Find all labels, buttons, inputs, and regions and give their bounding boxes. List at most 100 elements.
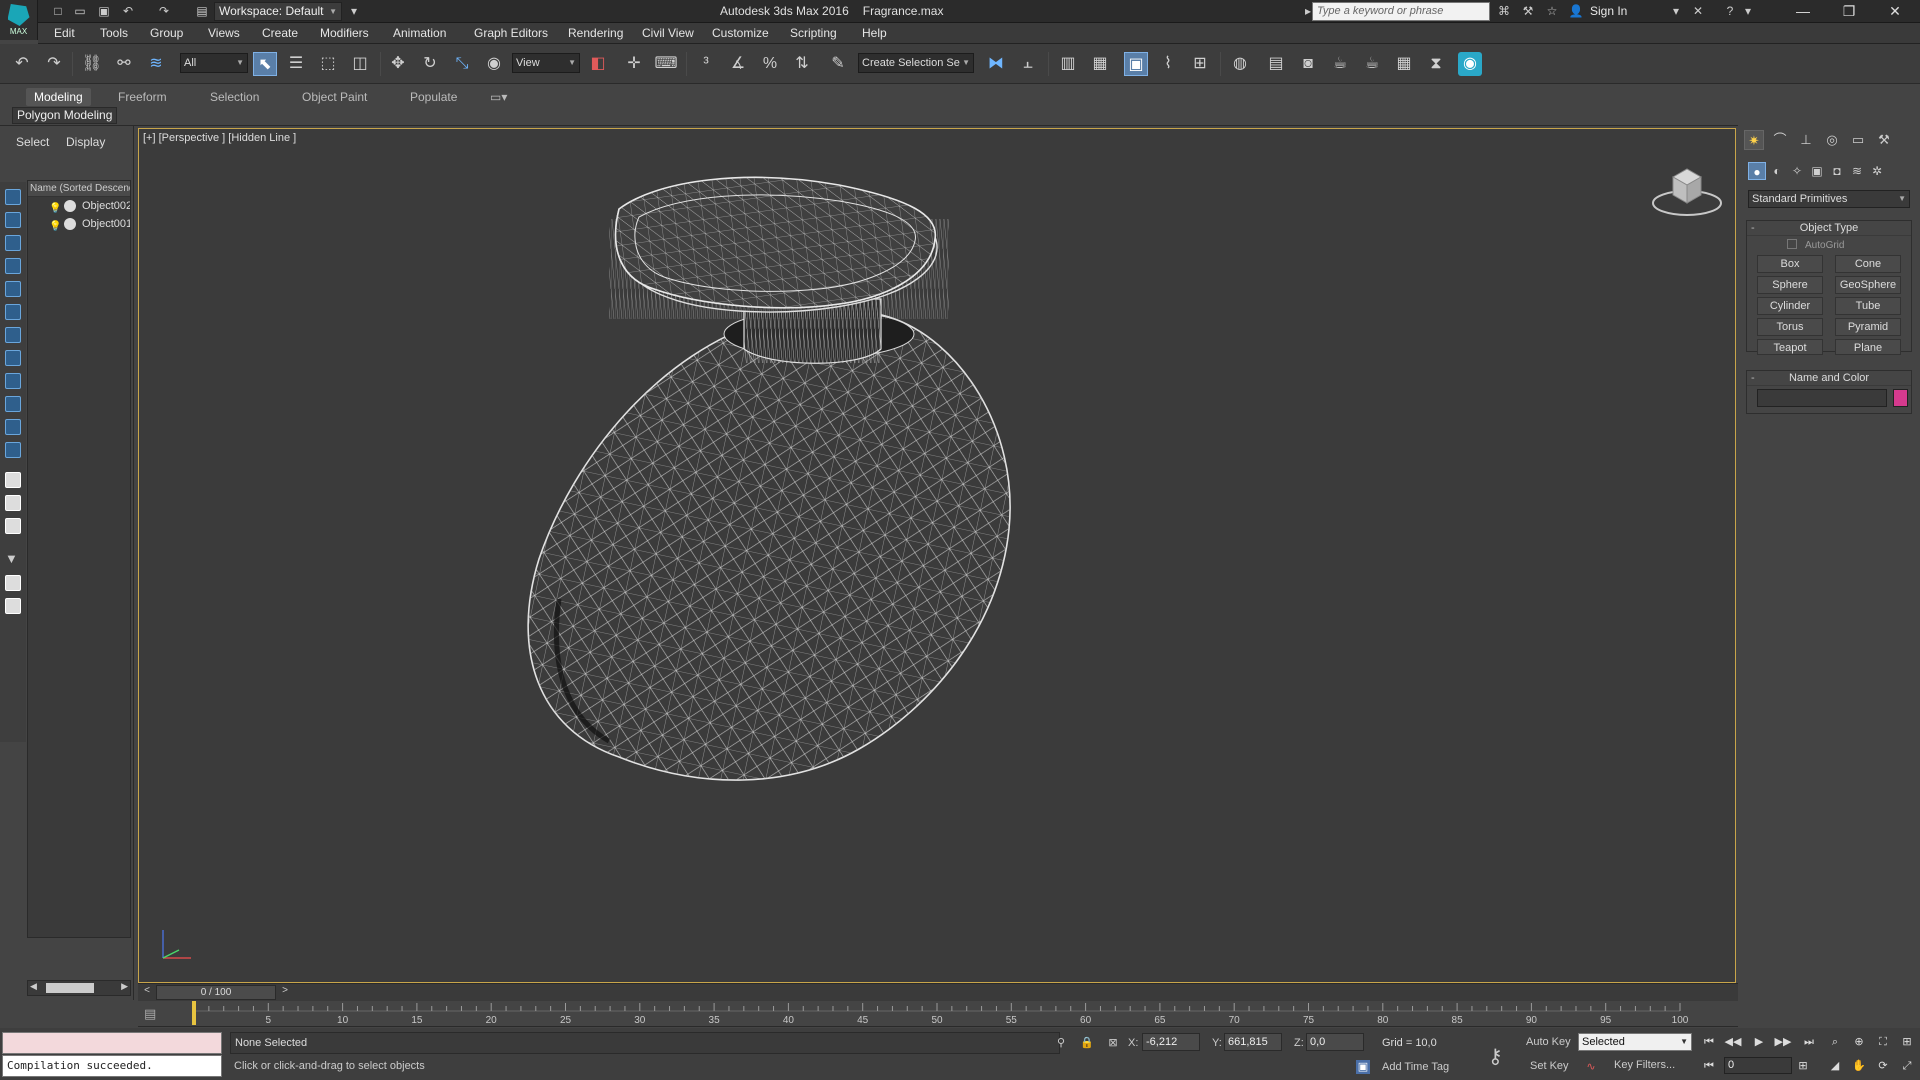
- align-icon[interactable]: ⫠: [1016, 52, 1040, 76]
- time-slider-thumb[interactable]: 0 / 100: [156, 985, 276, 1000]
- layer-explorer-icon[interactable]: [5, 598, 21, 614]
- play-icon[interactable]: ▶: [1750, 1034, 1768, 1050]
- display-none-icon[interactable]: [5, 495, 21, 511]
- systems-icon[interactable]: ✲: [1868, 162, 1886, 180]
- primitive-category-dropdown[interactable]: Standard Primitives ▼: [1748, 190, 1910, 208]
- snaps-toggle-icon[interactable]: ³: [694, 52, 718, 76]
- filter-hidden-icon[interactable]: [5, 442, 21, 458]
- menu-edit[interactable]: Edit: [54, 26, 75, 40]
- filter-shapes-icon[interactable]: [5, 212, 21, 228]
- space-warps-icon[interactable]: ≋: [1848, 162, 1866, 180]
- curve-editor-icon[interactable]: ⌇: [1156, 52, 1180, 76]
- maxscript-output[interactable]: Compilation succeeded.: [2, 1055, 222, 1077]
- pivot-center-icon[interactable]: ◧: [586, 52, 610, 76]
- undo-icon[interactable]: ↶: [10, 52, 34, 76]
- explorer-menu-display[interactable]: Display: [66, 135, 105, 149]
- restore-button[interactable]: ❐: [1826, 0, 1872, 23]
- application-menu-button[interactable]: MAX: [0, 0, 38, 40]
- toggle-ribbon-icon[interactable]: ▦: [1088, 52, 1112, 76]
- polygon-modeling-panel[interactable]: Polygon Modeling: [12, 107, 118, 124]
- filter-geometry-icon[interactable]: [5, 189, 21, 205]
- teapot-button[interactable]: Teapot: [1757, 339, 1823, 355]
- keyboard-shortcut-override-icon[interactable]: ⌨: [654, 52, 678, 76]
- object-color-swatch[interactable]: [1893, 389, 1908, 407]
- ribbon-options-icon[interactable]: ▭▾: [482, 88, 515, 106]
- viewport-label-menu[interactable]: [+] [Perspective ] [Hidden Line ]: [143, 132, 296, 144]
- window-crossing-icon[interactable]: ◫: [348, 52, 372, 76]
- isolate-selection-icon[interactable]: ⚲: [1054, 1036, 1068, 1050]
- favorites-star-icon[interactable]: ☆: [1544, 3, 1560, 19]
- menu-views[interactable]: Views: [208, 26, 240, 40]
- current-frame-field[interactable]: 0: [1724, 1057, 1792, 1074]
- explorer-menu-select[interactable]: Select: [16, 135, 49, 149]
- modify-tab-icon[interactable]: ⌒: [1770, 130, 1790, 150]
- help-icon[interactable]: ?: [1722, 3, 1738, 19]
- menu-create[interactable]: Create: [262, 26, 298, 40]
- bind-to-space-warp-icon[interactable]: ≋: [144, 52, 168, 76]
- checkbox-box[interactable]: [1787, 239, 1797, 249]
- field-of-view-icon[interactable]: ◢: [1826, 1058, 1844, 1074]
- viewcube-icon[interactable]: [1649, 159, 1729, 229]
- plane-button[interactable]: Plane: [1835, 339, 1901, 355]
- select-by-name-icon[interactable]: ☰: [284, 52, 308, 76]
- select-object-icon[interactable]: ⬉: [253, 52, 277, 76]
- percent-snap-icon[interactable]: %: [758, 52, 782, 76]
- helpers-icon[interactable]: ◘: [1828, 162, 1846, 180]
- redo-icon[interactable]: ↷: [42, 52, 66, 76]
- x-coordinate-field[interactable]: -6,212: [1142, 1033, 1200, 1051]
- filter-cameras-icon[interactable]: [5, 258, 21, 274]
- utilities-tab-icon[interactable]: ⚒: [1874, 130, 1894, 150]
- scroll-left-icon[interactable]: ◀: [30, 981, 37, 992]
- set-key-icon[interactable]: ⚷: [1488, 1044, 1503, 1069]
- filter-spacewarps-icon[interactable]: [5, 304, 21, 320]
- help-chevron-icon[interactable]: ▾: [1740, 3, 1756, 19]
- schematic-view-icon[interactable]: ⊞: [1188, 52, 1212, 76]
- render-setup-icon[interactable]: ▤: [1264, 52, 1288, 76]
- go-to-start-icon[interactable]: ⏮: [1700, 1034, 1718, 1050]
- help-search-input[interactable]: Type a keyword or phrase: [1312, 2, 1490, 21]
- rectangular-selection-icon[interactable]: ⬚: [316, 52, 340, 76]
- render-in-cloud-icon[interactable]: ▦: [1392, 52, 1416, 76]
- edit-named-selection-icon[interactable]: ✎: [826, 52, 850, 76]
- filter-lights-icon[interactable]: [5, 235, 21, 251]
- time-slider[interactable]: < 0 / 100 >: [138, 983, 1738, 1001]
- open-file-icon[interactable]: ▭: [72, 3, 88, 19]
- render-iterative-icon[interactable]: ☕: [1360, 52, 1384, 76]
- unlink-selection-icon[interactable]: ⚯: [112, 52, 136, 76]
- user-icon[interactable]: 👤: [1568, 3, 1584, 19]
- geometry-icon[interactable]: ●: [1748, 162, 1766, 180]
- exchange-apps-icon[interactable]: ✕: [1690, 3, 1706, 19]
- previous-frame-icon[interactable]: <: [140, 985, 154, 1000]
- absolute-mode-icon[interactable]: ⊠: [1106, 1036, 1120, 1050]
- scrollbar-thumb[interactable]: [46, 983, 94, 993]
- filter-containers-icon[interactable]: [5, 396, 21, 412]
- cylinder-button[interactable]: Cylinder: [1757, 297, 1823, 315]
- display-tab-icon[interactable]: ▭: [1848, 130, 1868, 150]
- project-folder-icon[interactable]: ▤: [194, 3, 210, 19]
- list-item[interactable]: 💡 Object001: [28, 215, 130, 233]
- name-and-color-rollout-header[interactable]: - Name and Color: [1747, 371, 1911, 386]
- motion-tab-icon[interactable]: ◎: [1822, 130, 1842, 150]
- maxscript-listener-input[interactable]: [2, 1032, 222, 1054]
- binoculars-icon[interactable]: ⌘: [1496, 3, 1512, 19]
- filter-funnel-icon[interactable]: ▼: [5, 552, 21, 568]
- auto-key-button[interactable]: Auto Key: [1526, 1036, 1571, 1048]
- menu-customize[interactable]: Customize: [712, 26, 769, 40]
- render-production-icon[interactable]: ☕: [1328, 52, 1352, 76]
- y-coordinate-field[interactable]: 661,815: [1224, 1033, 1282, 1051]
- create-tab-icon[interactable]: ✷: [1744, 130, 1764, 150]
- previous-key-icon[interactable]: ◀◀: [1724, 1034, 1742, 1050]
- tube-button[interactable]: Tube: [1835, 297, 1901, 315]
- go-to-end-icon[interactable]: ⏭: [1800, 1034, 1818, 1050]
- menu-tools[interactable]: Tools: [100, 26, 128, 40]
- default-in-out-tangents-icon[interactable]: ∿: [1584, 1060, 1598, 1074]
- filter-bones-icon[interactable]: [5, 373, 21, 389]
- material-editor-icon[interactable]: ◍: [1228, 52, 1252, 76]
- scroll-right-icon[interactable]: ▶: [121, 981, 128, 992]
- sphere-button[interactable]: Sphere: [1757, 276, 1823, 294]
- hierarchy-tab-icon[interactable]: ⊥: [1796, 130, 1816, 150]
- pan-view-icon[interactable]: ✋: [1850, 1058, 1868, 1074]
- menu-modifiers[interactable]: Modifiers: [320, 26, 369, 40]
- display-invert-icon[interactable]: [5, 518, 21, 534]
- minimize-button[interactable]: —: [1780, 0, 1826, 23]
